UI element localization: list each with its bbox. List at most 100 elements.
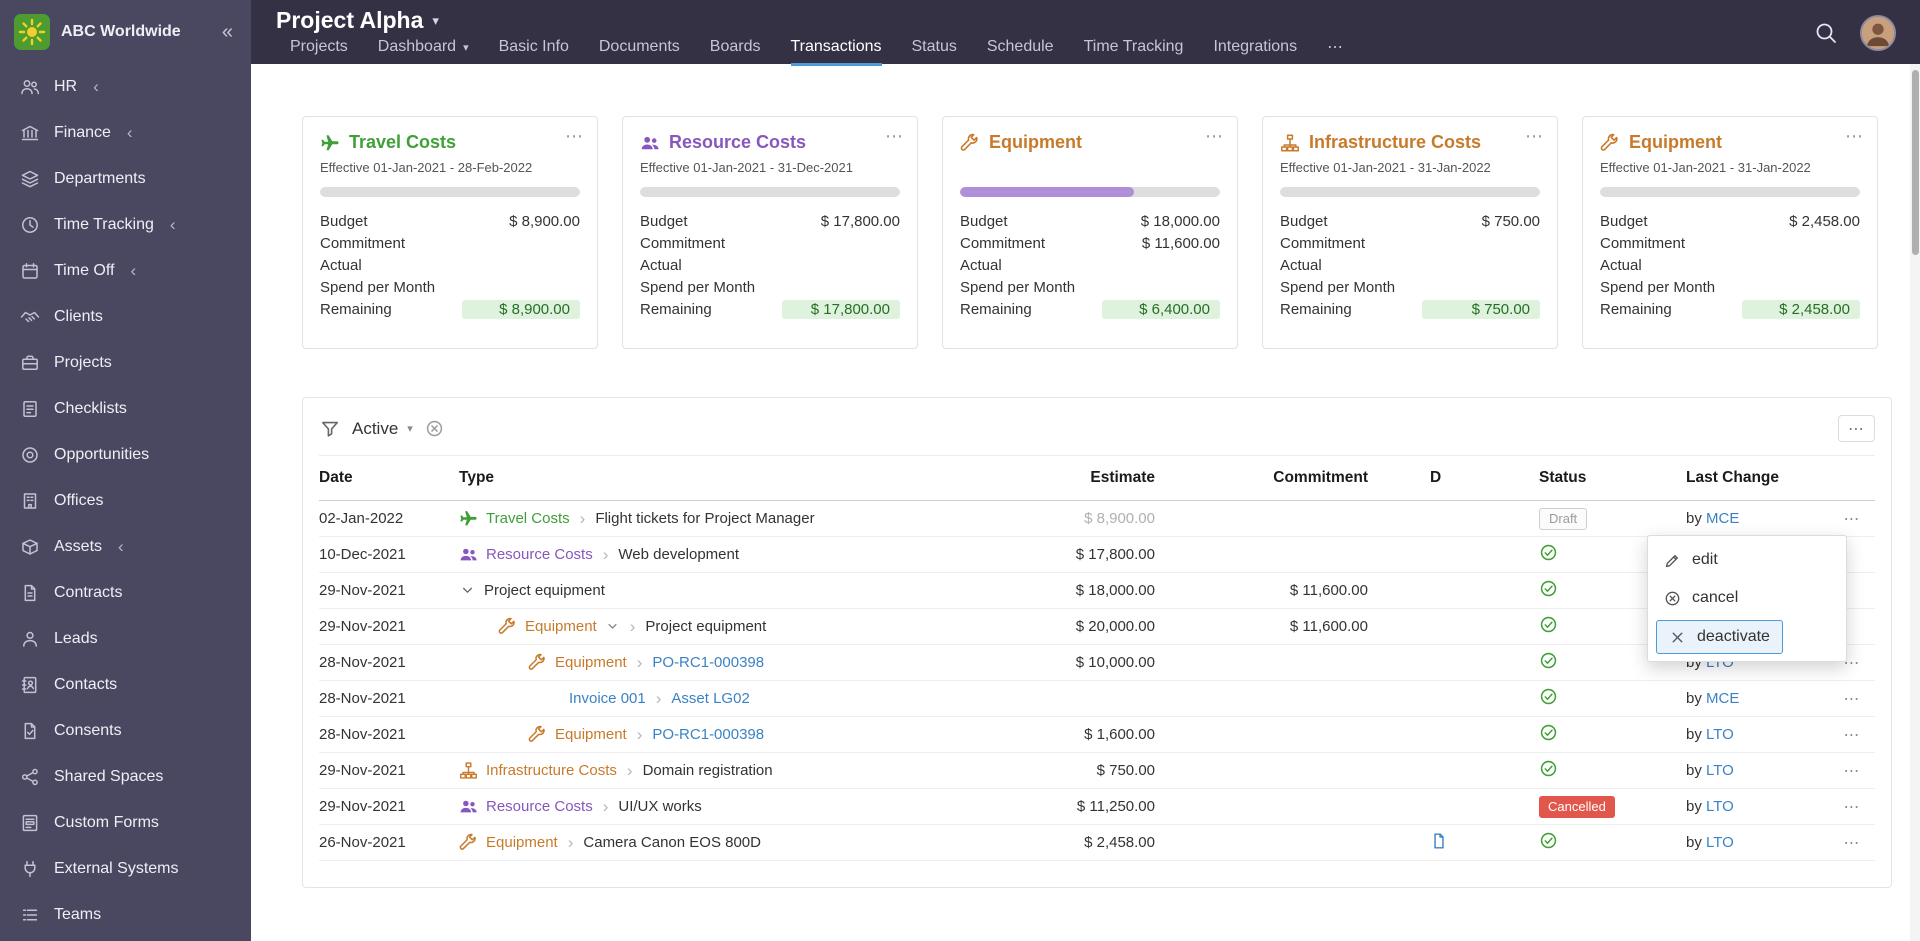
tab-integrations[interactable]: Integrations bbox=[1213, 37, 1297, 66]
column-header-estimate: Estimate bbox=[1090, 469, 1155, 486]
column-header-docs: D bbox=[1430, 469, 1442, 486]
card-menu-button[interactable]: ⋯ bbox=[885, 126, 904, 147]
card-menu-button[interactable]: ⋯ bbox=[565, 126, 584, 147]
sidebar-item-contracts[interactable]: Contracts bbox=[0, 570, 251, 616]
table-row[interactable]: 10-Dec-2021 Resource Costs › Web develop… bbox=[319, 537, 1875, 573]
sidebar-item-departments[interactable]: Departments bbox=[0, 156, 251, 202]
table-row[interactable]: 29-Nov-2021 Project equipment $ 18,000.0… bbox=[319, 573, 1875, 609]
sidebar-item-external-systems[interactable]: External Systems bbox=[0, 846, 251, 892]
user-initials-link[interactable]: LTO bbox=[1706, 834, 1734, 851]
row-actions-button[interactable]: ⋯ bbox=[1829, 833, 1875, 853]
table-row[interactable]: 29-Nov-2021 Equipment › Project equipmen… bbox=[319, 609, 1875, 645]
sidebar-item-checklists[interactable]: Checklists bbox=[0, 386, 251, 432]
table-row[interactable]: 29-Nov-2021 Infrastructure Costs › Domai… bbox=[319, 753, 1875, 789]
row-actions-button[interactable]: ⋯ bbox=[1829, 797, 1875, 817]
type-cell: Project equipment bbox=[459, 582, 969, 599]
card-title: Travel Costs bbox=[349, 132, 457, 152]
sidebar-item-offices[interactable]: Offices bbox=[0, 478, 251, 524]
card-menu-button[interactable]: ⋯ bbox=[1205, 126, 1224, 147]
row-actions-button[interactable]: ⋯ bbox=[1829, 689, 1875, 709]
sidebar-item-shared-spaces[interactable]: Shared Spaces bbox=[0, 754, 251, 800]
filter-dropdown[interactable]: Active ▾ bbox=[352, 419, 413, 439]
chevron-left-icon: ‹ bbox=[130, 261, 137, 280]
panel-menu-button[interactable]: ⋯ bbox=[1838, 415, 1875, 442]
context-menu-item-deactivate[interactable]: deactivate bbox=[1656, 620, 1783, 654]
transactions-table: Date Type Estimate Commitment D Status L… bbox=[303, 455, 1891, 887]
type-cell: Resource Costs › Web development bbox=[459, 545, 969, 565]
user-initials-link[interactable]: MCE bbox=[1706, 690, 1739, 707]
tab-more-button[interactable]: ⋯ bbox=[1327, 37, 1343, 66]
tab-projects[interactable]: Projects bbox=[290, 37, 348, 66]
page-content: Travel Costs ⋯ Effective 01-Jan-2021 - 2… bbox=[251, 64, 1920, 941]
user-avatar[interactable] bbox=[1860, 15, 1896, 51]
sidebar-item-teams[interactable]: Teams bbox=[0, 892, 251, 938]
sidebar-item-leads[interactable]: Leads bbox=[0, 616, 251, 662]
row-actions-button[interactable]: ⋯ bbox=[1829, 761, 1875, 781]
person-icon bbox=[23, 631, 37, 647]
chevron-down-icon[interactable] bbox=[605, 619, 620, 634]
sidebar-item-consents[interactable]: Consents bbox=[0, 708, 251, 754]
row-actions-button[interactable]: ⋯ bbox=[1829, 509, 1875, 529]
asset-link[interactable]: Asset LG02 bbox=[671, 690, 749, 707]
clock-icon bbox=[22, 217, 38, 233]
tab-time-tracking[interactable]: Time Tracking bbox=[1084, 37, 1184, 66]
status-cell: Draft bbox=[1520, 507, 1672, 530]
scrollbar-thumb[interactable] bbox=[1912, 70, 1919, 255]
table-row[interactable]: 28-Nov-2021 Equipment › PO-RC1-000398 $ … bbox=[319, 645, 1875, 681]
sidebar-item-hr[interactable]: HR ‹ bbox=[0, 64, 251, 110]
sidebar-item-custom-forms[interactable]: Custom Forms bbox=[0, 800, 251, 846]
table-row[interactable]: 26-Nov-2021 Equipment › Camera Canon EOS… bbox=[319, 825, 1875, 861]
tab-basic-info[interactable]: Basic Info bbox=[499, 37, 569, 66]
date-cell: 28-Nov-2021 bbox=[319, 690, 406, 707]
table-row[interactable]: 28-Nov-2021 Invoice 001 › Asset LG02 by … bbox=[319, 681, 1875, 717]
tab-transactions[interactable]: Transactions bbox=[790, 37, 882, 66]
progress-bar bbox=[640, 187, 900, 197]
chevron-separator-icon: › bbox=[602, 796, 609, 816]
table-row[interactable]: 29-Nov-2021 Resource Costs › UI/UX works… bbox=[319, 789, 1875, 825]
invoice-link[interactable]: Invoice 001 bbox=[569, 690, 646, 707]
tab-documents[interactable]: Documents bbox=[599, 37, 680, 66]
sidebar-item-opportunities[interactable]: Opportunities bbox=[0, 432, 251, 478]
table-row[interactable]: 02-Jan-2022 Travel Costs › Flight ticket… bbox=[319, 501, 1875, 537]
table-row[interactable]: 28-Nov-2021 Equipment › PO-RC1-000398 $ … bbox=[319, 717, 1875, 753]
caret-down-icon: ▾ bbox=[407, 423, 413, 435]
project-title-dropdown[interactable]: Project Alpha ▾ bbox=[276, 7, 439, 34]
sidebar-item-assets[interactable]: Assets ‹ bbox=[0, 524, 251, 570]
chevron-left-icon: ‹ bbox=[126, 123, 133, 142]
tab-boards[interactable]: Boards bbox=[710, 37, 761, 66]
tab-schedule[interactable]: Schedule bbox=[987, 37, 1054, 66]
tab-dashboard[interactable]: Dashboard ▾ bbox=[378, 37, 469, 66]
search-icon[interactable] bbox=[1814, 21, 1838, 45]
expander-chevron-down-icon[interactable] bbox=[459, 582, 476, 599]
plane-icon bbox=[459, 509, 478, 528]
transaction-type: Infrastructure Costs bbox=[486, 762, 617, 779]
tab-status[interactable]: Status bbox=[912, 37, 957, 66]
purchase-order-link[interactable]: PO-RC1-000398 bbox=[652, 726, 764, 743]
user-initials-link[interactable]: LTO bbox=[1706, 762, 1734, 779]
last-change-cell: by LTO bbox=[1686, 762, 1734, 779]
purchase-order-link[interactable]: PO-RC1-000398 bbox=[652, 654, 764, 671]
sidebar-item-time-tracking[interactable]: Time Tracking ‹ bbox=[0, 202, 251, 248]
chevron-separator-icon: › bbox=[626, 760, 633, 780]
context-menu-item-edit[interactable]: edit bbox=[1648, 541, 1846, 579]
card-menu-button[interactable]: ⋯ bbox=[1845, 126, 1864, 147]
sidebar-item-time-off[interactable]: Time Off ‹ bbox=[0, 248, 251, 294]
card-menu-button[interactable]: ⋯ bbox=[1525, 126, 1544, 147]
sidebar-collapse-button[interactable]: « bbox=[218, 21, 237, 44]
filter-funnel-icon bbox=[320, 419, 340, 439]
budget-cards: Travel Costs ⋯ Effective 01-Jan-2021 - 2… bbox=[302, 116, 1892, 349]
row-actions-button[interactable]: ⋯ bbox=[1829, 725, 1875, 745]
sidebar-item-contacts[interactable]: Contacts bbox=[0, 662, 251, 708]
user-initials-link[interactable]: LTO bbox=[1706, 798, 1734, 815]
status-badge: Cancelled bbox=[1539, 795, 1615, 818]
budget-card-travel-costs: Travel Costs ⋯ Effective 01-Jan-2021 - 2… bbox=[302, 116, 598, 349]
sidebar-item-finance[interactable]: Finance ‹ bbox=[0, 110, 251, 156]
clear-filter-icon[interactable] bbox=[425, 419, 444, 438]
attached-document-icon[interactable] bbox=[1430, 832, 1448, 850]
user-initials-link[interactable]: MCE bbox=[1706, 510, 1739, 527]
sidebar-item-clients[interactable]: Clients bbox=[0, 294, 251, 340]
sidebar-item-projects[interactable]: Projects bbox=[0, 340, 251, 386]
user-initials-link[interactable]: LTO bbox=[1706, 726, 1734, 743]
context-menu-item-cancel[interactable]: cancel bbox=[1648, 579, 1846, 617]
approved-check-icon bbox=[1539, 651, 1558, 670]
